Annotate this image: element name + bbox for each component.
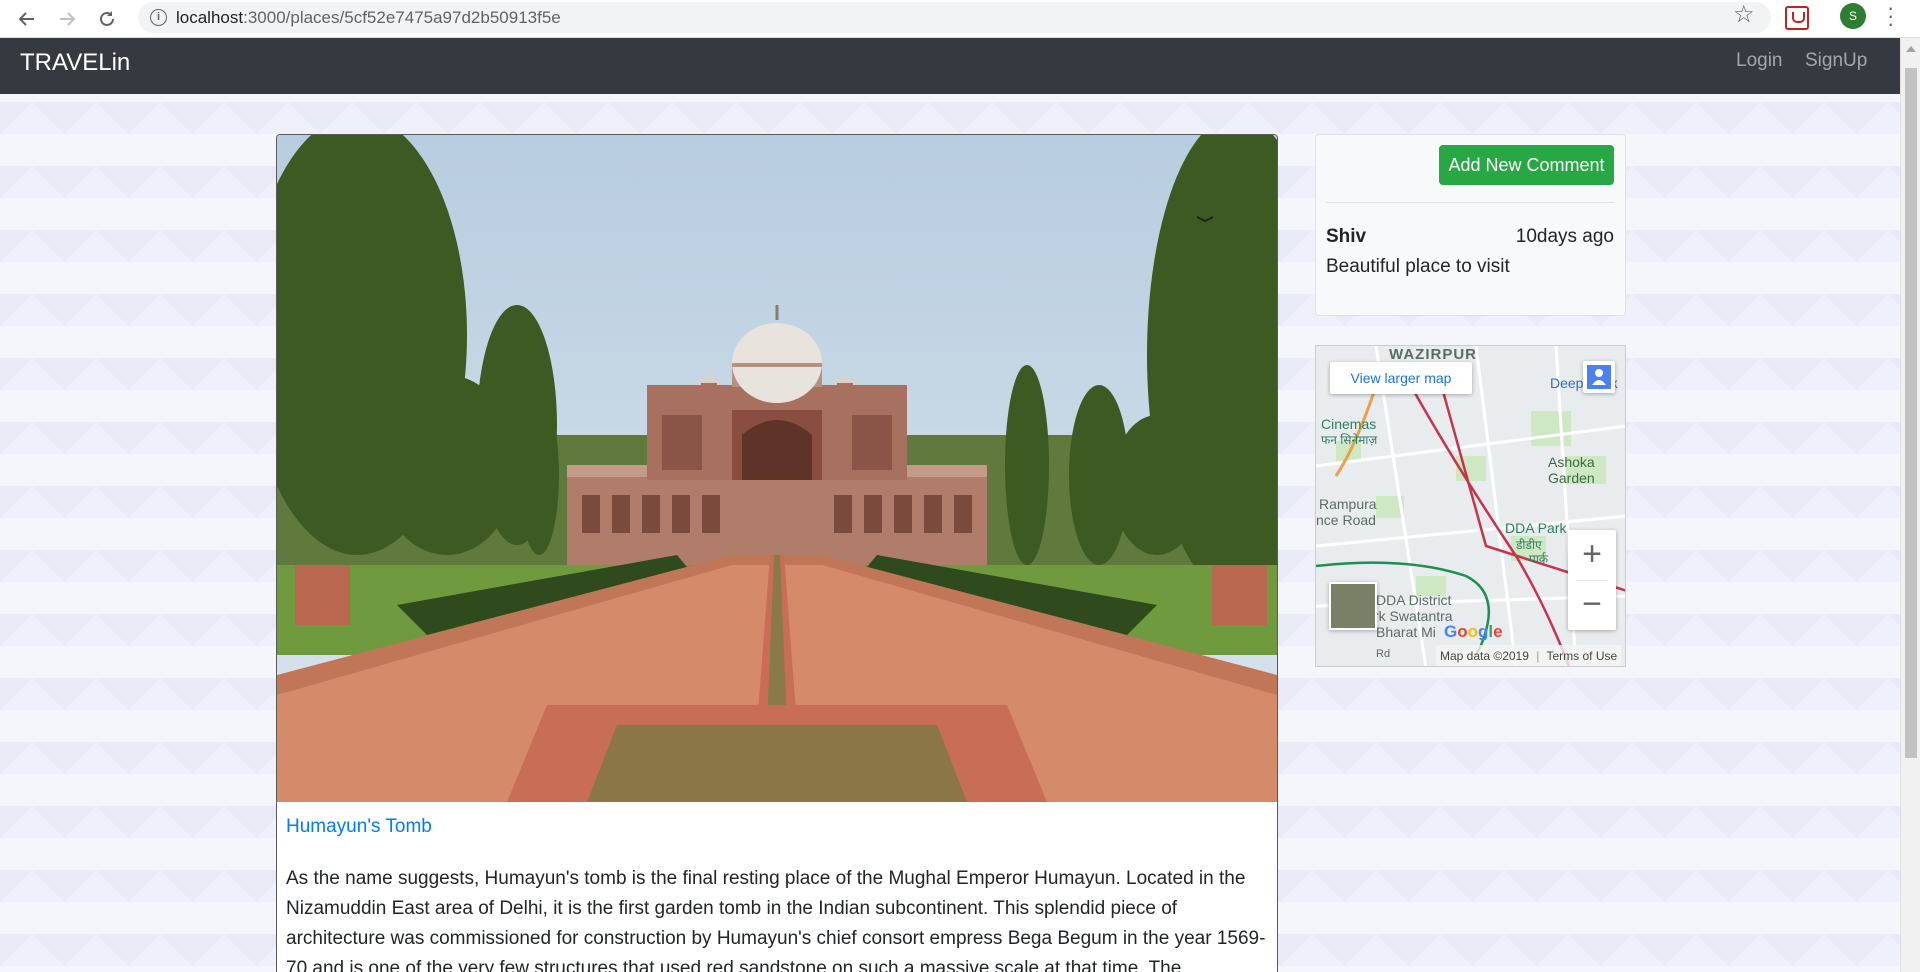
forward-icon[interactable]: [52, 4, 82, 34]
place-card: Humayun's Tomb As the name suggests, Hum…: [276, 134, 1278, 972]
page-body: TRAVELin Login SignUp Humayun's Tomb As …: [0, 38, 1900, 972]
map-label-garden: Garden: [1548, 470, 1595, 486]
info-icon[interactable]: i: [150, 9, 167, 26]
map-data-notice: Map data ©2019: [1440, 649, 1529, 663]
brand-logo[interactable]: TRAVELin: [20, 49, 130, 77]
terms-of-use-link[interactable]: Terms of Use: [1547, 649, 1618, 663]
map-label-deep: Deep: [1550, 375, 1584, 391]
extension-icon[interactable]: [1785, 6, 1809, 30]
map-label-dda-district: DDA District: [1376, 592, 1452, 608]
comment-time: 10days ago: [1515, 226, 1614, 247]
zoom-in-button[interactable]: +: [1568, 530, 1616, 580]
satellite-toggle[interactable]: [1329, 582, 1377, 630]
comments-card: Add New Comment Shiv 10days ago Beautifu…: [1315, 134, 1626, 316]
map-label-ashoka: Ashoka: [1548, 454, 1595, 470]
map-label-bharat: Bharat Mi: [1376, 624, 1436, 640]
map-label-swatantra: rk Swatantra: [1374, 608, 1453, 624]
signup-link[interactable]: SignUp: [1805, 50, 1867, 72]
scrollbar-thumb[interactable]: [1905, 68, 1917, 758]
star-icon[interactable]: ☆: [1733, 0, 1755, 29]
place-title-link[interactable]: Humayun's Tomb: [286, 816, 432, 838]
zoom-out-button[interactable]: −: [1568, 580, 1616, 630]
map-label-dda-park: DDA Park: [1505, 520, 1567, 536]
place-description: As the name suggests, Humayun's tomb is …: [286, 868, 1266, 972]
comment-author: Shiv: [1326, 226, 1367, 247]
add-comment-button[interactable]: Add New Comment: [1439, 145, 1614, 185]
comment-text: Beautiful place to visit: [1326, 256, 1510, 277]
map-label-cinemas-hi: फन सिनेमाज़: [1321, 433, 1378, 447]
page-scrollbar[interactable]: [1900, 38, 1920, 972]
browser-toolbar: i localhost:3000/places/5cf52e7475a97d2b…: [0, 0, 1920, 38]
back-icon[interactable]: [12, 4, 42, 34]
embedded-map[interactable]: WAZIRPUR Deep rk Cinemas फन सिनेमाज़ Ash…: [1315, 345, 1626, 667]
place-photo: [277, 135, 1277, 802]
reload-icon[interactable]: [92, 4, 122, 34]
url-text[interactable]: localhost:3000/places/5cf52e7475a97d2b50…: [176, 8, 561, 28]
map-label-nce-road: nce Road: [1316, 512, 1376, 528]
map-footer: Map data ©2019 | Terms of Use: [1436, 645, 1622, 666]
view-larger-map-link[interactable]: View larger map: [1330, 362, 1472, 394]
divider: [1326, 202, 1614, 203]
zoom-control: + −: [1568, 530, 1616, 630]
map-label-rd: Rd: [1376, 648, 1391, 660]
menu-icon[interactable]: · · ·: [1887, 0, 1894, 35]
pegman-icon[interactable]: [1583, 361, 1615, 393]
address-bar[interactable]: i localhost:3000/places/5cf52e7475a97d2b…: [138, 2, 1771, 33]
google-logo: Google: [1444, 622, 1503, 641]
map-label-rampura: Rampura: [1319, 496, 1377, 512]
map-label-wazirpur: WAZIRPUR: [1389, 346, 1477, 363]
scroll-up-icon[interactable]: [1906, 46, 1916, 52]
profile-avatar[interactable]: S: [1840, 3, 1866, 29]
map-label-dda-park-hi-2: पार्क: [1529, 552, 1549, 566]
navbar: TRAVELin Login SignUp: [0, 38, 1900, 94]
map-label-cinemas: Cinemas: [1321, 416, 1377, 432]
login-link[interactable]: Login: [1736, 50, 1783, 72]
